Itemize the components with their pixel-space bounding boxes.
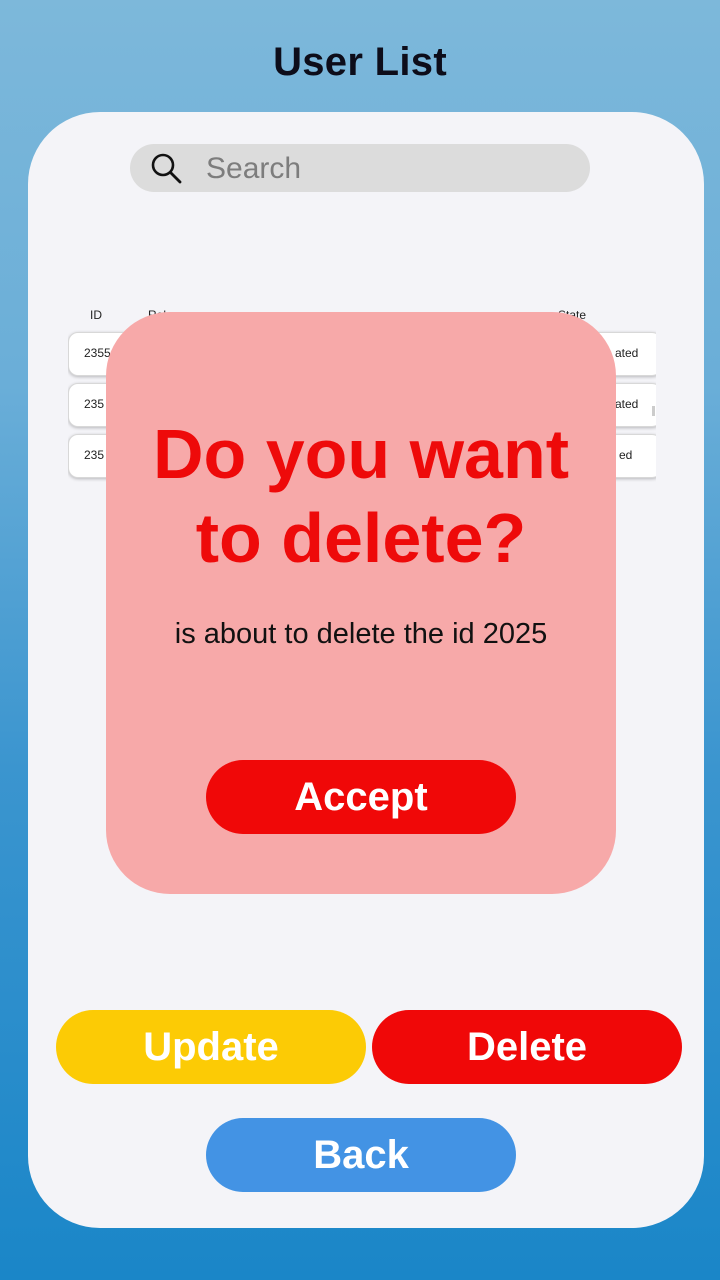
dialog-heading-line: to delete?: [195, 499, 527, 577]
dialog-heading-line: Do you want: [152, 415, 570, 493]
row-id: 235: [84, 397, 105, 411]
update-button[interactable]: Update: [56, 1010, 366, 1084]
delete-confirm-dialog: Do you want to delete? is about to delet…: [106, 312, 616, 894]
row-state: ated: [615, 346, 639, 360]
dialog-message: is about to delete the id 2025: [174, 618, 548, 650]
page-title: User List: [273, 40, 447, 84]
column-header-id: ID: [90, 308, 102, 322]
row-state: ed: [619, 448, 633, 462]
accept-button[interactable]: Accept: [206, 760, 516, 834]
search-bar[interactable]: [130, 144, 590, 192]
row-id: 2355: [84, 346, 111, 360]
search-input[interactable]: [204, 150, 578, 188]
search-icon: [151, 153, 182, 184]
scrollbar[interactable]: [652, 406, 655, 416]
delete-button[interactable]: Delete: [372, 1010, 682, 1084]
row-state: ated: [615, 397, 639, 411]
back-button[interactable]: Back: [206, 1118, 516, 1192]
row-id: 235: [84, 448, 105, 462]
dialog-heading: Do you want to delete?: [106, 412, 616, 580]
